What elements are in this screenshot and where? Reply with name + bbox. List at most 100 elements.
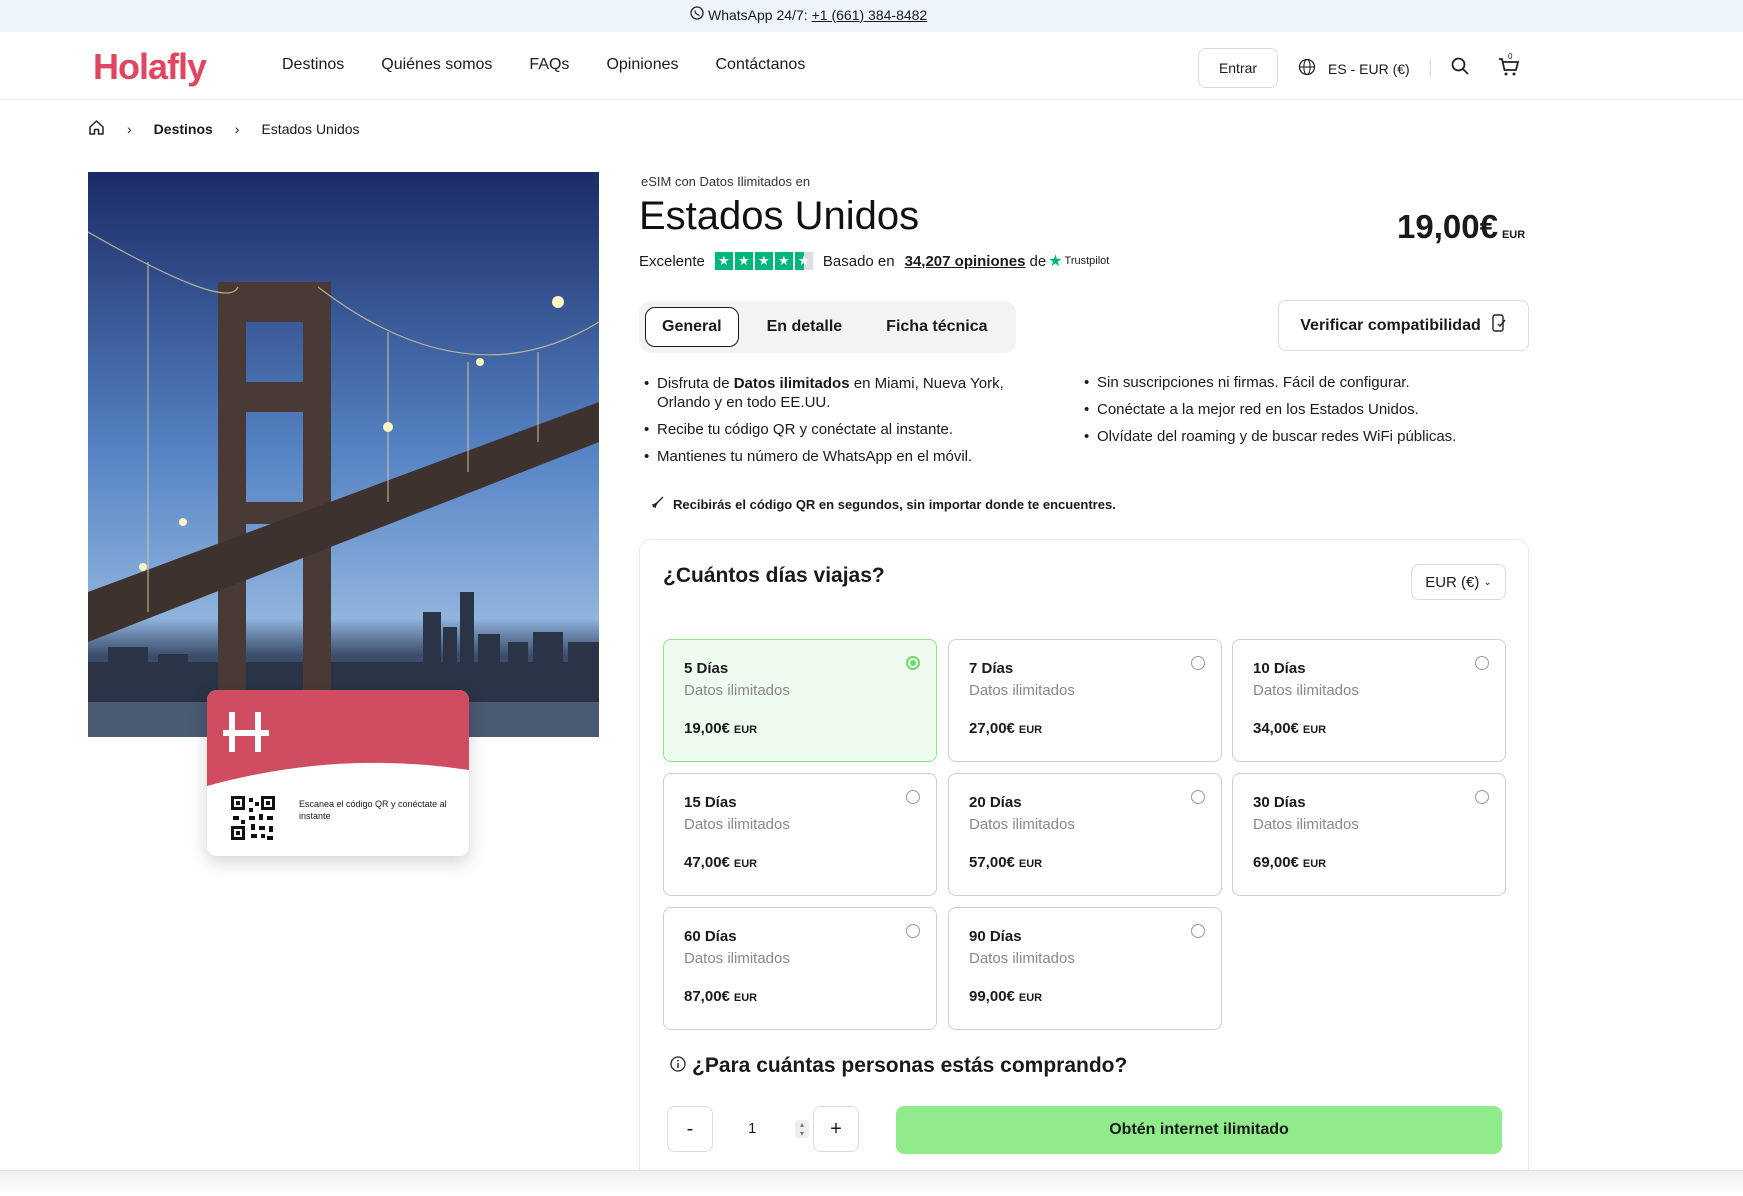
verify-compatibility-label: Verificar compatibilidad: [1300, 316, 1481, 334]
page-title: Estados Unidos: [639, 194, 920, 238]
currency-select[interactable]: EUR (€) ⌄: [1411, 564, 1506, 600]
feature-item: Olvídate del roaming y de buscar redes W…: [1084, 427, 1524, 446]
plan-option-10-days[interactable]: 10 Días Datos ilimitados 34,00€ EUR: [1232, 639, 1506, 762]
info-icon[interactable]: [670, 1054, 686, 1078]
plan-option-30-days[interactable]: 30 Días Datos ilimitados 69,00€ EUR: [1232, 773, 1506, 896]
chevron-right-icon: ›: [234, 121, 240, 137]
header-divider: [1430, 60, 1431, 76]
plan-price: 34,00€ EUR: [1253, 720, 1327, 737]
plan-radio[interactable]: [1191, 656, 1205, 670]
plan-days: 15 Días: [684, 794, 737, 811]
plan-data: Datos ilimitados: [969, 682, 1075, 699]
buy-button[interactable]: Obtén internet ilimitado: [896, 1106, 1502, 1154]
tab-general[interactable]: General: [645, 307, 739, 347]
bridge-photo: [88, 172, 599, 737]
whatsapp-phone-link[interactable]: +1 (661) 384-8482: [812, 7, 928, 23]
plan-radio[interactable]: [906, 790, 920, 804]
currency-value: EUR (€): [1425, 573, 1480, 591]
plan-data: Datos ilimitados: [1253, 682, 1359, 699]
plan-days: 7 Días: [969, 660, 1014, 677]
plan-price: 69,00€ EUR: [1253, 854, 1327, 871]
trustpilot-star-icon: ★: [1048, 253, 1063, 270]
qr-delivery-text: Recibirás el código QR en segundos, sin …: [673, 497, 1116, 512]
plan-data: Datos ilimitados: [684, 816, 790, 833]
plan-price: 87,00€ EUR: [684, 988, 758, 1005]
trustpilot-logo: ★ Trustpilot: [1048, 251, 1109, 271]
login-button[interactable]: Entrar: [1198, 48, 1278, 88]
plan-selector-title: ¿Cuántos días viajas?: [663, 564, 885, 587]
star-half-icon: ★: [794, 252, 813, 270]
trustpilot-rating: Excelente ★ ★ ★ ★ ★ Basado en 34,207 opi…: [639, 251, 1109, 271]
globe-icon: [1298, 58, 1316, 79]
plan-days: 5 Días: [684, 660, 729, 677]
product-price: 19,00€ EUR: [1397, 208, 1525, 246]
plan-days: 20 Días: [969, 794, 1022, 811]
rating-de: de: [1029, 252, 1047, 270]
holafly-card-logo: [207, 712, 469, 786]
product-subtitle: eSIM con Datos Ilimitados en: [641, 174, 811, 189]
cart-icon[interactable]: 0: [1497, 52, 1520, 76]
esim-card: Escanea el código QR y conéctate al inst…: [207, 690, 469, 856]
product-tabs: General En detalle Ficha técnica: [639, 301, 1016, 353]
nav-opiniones[interactable]: Opiniones: [606, 56, 678, 74]
plan-days: 30 Días: [1253, 794, 1306, 811]
plan-radio[interactable]: [1475, 656, 1489, 670]
reviews-link[interactable]: 34,207 opiniones: [905, 253, 1026, 270]
product-hero: Escanea el código QR y conéctate al inst…: [88, 172, 599, 856]
chevron-right-icon: ›: [127, 121, 132, 137]
feature-item: Mantienes tu número de WhatsApp en el mó…: [644, 447, 1044, 466]
search-icon[interactable]: [1450, 56, 1472, 78]
nav-quienes-somos[interactable]: Quiénes somos: [381, 56, 492, 74]
plan-price: 99,00€ EUR: [969, 988, 1043, 1005]
star-icon: ★: [754, 252, 773, 270]
plan-radio[interactable]: [1191, 924, 1205, 938]
verify-compatibility-button[interactable]: Verificar compatibilidad: [1278, 300, 1529, 351]
plan-radio[interactable]: [906, 924, 920, 938]
trustpilot-label: Trustpilot: [1064, 255, 1110, 267]
tab-en-detalle[interactable]: En detalle: [751, 308, 859, 346]
plan-option-90-days[interactable]: 90 Días Datos ilimitados 99,00€ EUR: [948, 907, 1222, 1030]
features-list-right: Sin suscripciones ni firmas. Fácil de co…: [1084, 373, 1524, 454]
rating-based-on: Basado en: [822, 252, 895, 270]
plan-option-5-days[interactable]: 5 Días Datos ilimitados 19,00€ EUR: [663, 639, 937, 762]
home-icon[interactable]: [88, 119, 105, 139]
top-announcement-bar: WhatsApp 24/7: +1 (661) 384-8482: [0, 0, 1743, 32]
plan-price: 47,00€ EUR: [684, 854, 758, 871]
rocket-icon: [650, 496, 664, 513]
plan-price: 19,00€ EUR: [684, 720, 758, 737]
quantity-decrement-button[interactable]: -: [667, 1106, 713, 1152]
plan-radio[interactable]: [1191, 790, 1205, 804]
phone-check-icon: [1491, 314, 1507, 337]
plan-option-60-days[interactable]: 60 Días Datos ilimitados 87,00€ EUR: [663, 907, 937, 1030]
plan-data: Datos ilimitados: [684, 682, 790, 699]
rating-stars: ★ ★ ★ ★ ★: [714, 252, 813, 270]
breadcrumb-destinos[interactable]: Destinos: [154, 121, 213, 137]
language-label: ES - EUR (€): [1328, 60, 1410, 77]
plan-radio[interactable]: [1475, 790, 1489, 804]
holafly-logo[interactable]: Holafly: [93, 46, 207, 88]
plan-days: 10 Días: [1253, 660, 1306, 677]
plan-days: 90 Días: [969, 928, 1022, 945]
plan-data: Datos ilimitados: [1253, 816, 1359, 833]
nav-destinos[interactable]: Destinos: [282, 56, 344, 74]
nav-contactanos[interactable]: Contáctanos: [715, 56, 805, 74]
feature-item: Disfruta de Datos ilimitados en Miami, N…: [644, 374, 1044, 412]
chevron-down-icon: ⌄: [1483, 576, 1492, 588]
persons-question: ¿Para cuántas personas estás comprando?: [670, 1054, 1127, 1078]
language-selector[interactable]: ES - EUR (€): [1298, 58, 1410, 79]
qr-delivery-notice: Recibirás el código QR en segundos, sin …: [650, 496, 1116, 513]
plan-price: 57,00€ EUR: [969, 854, 1043, 871]
product-price-value: 19,00€: [1397, 208, 1498, 245]
quantity-increment-button[interactable]: +: [813, 1106, 859, 1152]
plan-option-20-days[interactable]: 20 Días Datos ilimitados 57,00€ EUR: [948, 773, 1222, 896]
quantity-input[interactable]: 1: [748, 1120, 756, 1137]
tab-ficha-tecnica[interactable]: Ficha técnica: [870, 308, 1003, 346]
plan-data: Datos ilimitados: [684, 950, 790, 967]
plan-radio[interactable]: [906, 656, 920, 670]
nav-faqs[interactable]: FAQs: [529, 56, 569, 74]
esim-card-caption: Escanea el código QR y conéctate al inst…: [299, 799, 447, 821]
quantity-spinner-icon[interactable]: ▴ ▾: [795, 1120, 809, 1138]
plan-price: 27,00€ EUR: [969, 720, 1043, 737]
plan-option-7-days[interactable]: 7 Días Datos ilimitados 27,00€ EUR: [948, 639, 1222, 762]
plan-option-15-days[interactable]: 15 Días Datos ilimitados 47,00€ EUR: [663, 773, 937, 896]
